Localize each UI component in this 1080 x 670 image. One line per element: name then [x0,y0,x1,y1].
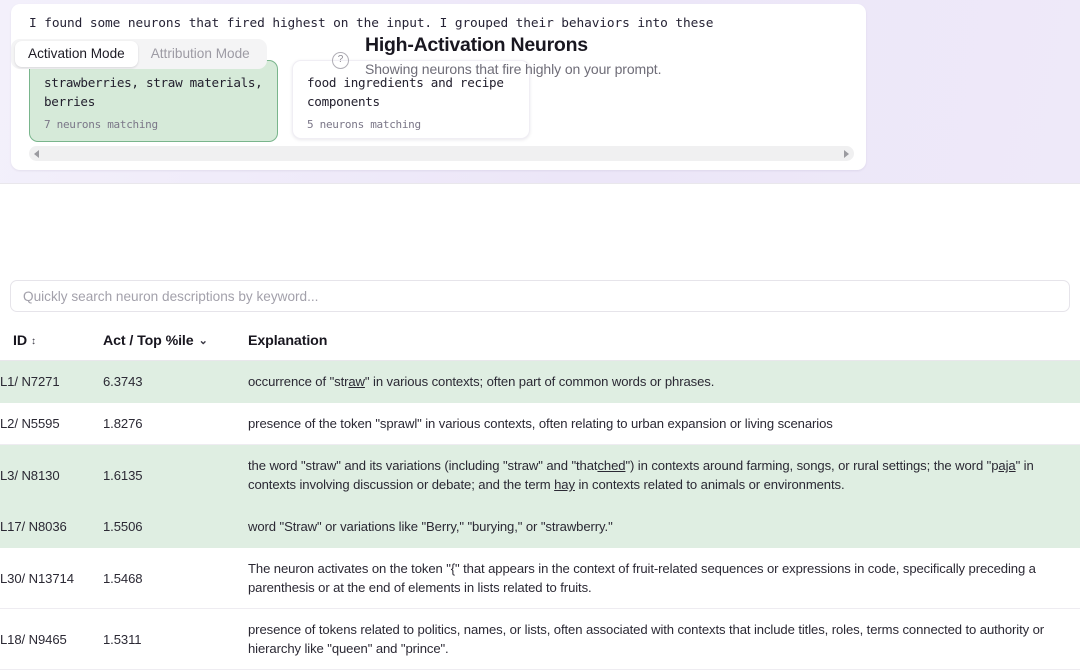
tab-attribution-mode[interactable]: Attribution Mode [138,41,263,67]
cell-neuron-id: L2/ N5595 [0,402,103,445]
sort-updown-icon[interactable]: ↕ [31,337,36,347]
cell-neuron-id: L17/ N8036 [0,505,103,548]
cell-neuron-id: L18/ N9465 [0,608,103,670]
mode-toggle-group[interactable]: Activation Mode Attribution Mode [11,39,267,69]
table-row[interactable]: L17/ N8036 1.5506 word "Straw" or variatio… [0,505,1080,548]
cell-neuron-id: L3/ N8130 [0,444,103,506]
cell-explanation: occurrence of "straw" in various context… [248,360,1080,403]
cell-explanation: The neuron activates on the token "{" th… [248,547,1080,609]
cell-activation-value: 1.5506 [103,505,248,548]
search-input[interactable] [10,280,1070,312]
panel-divider [0,183,1080,184]
column-header-act[interactable]: Act / Top %ile ⌄ [103,322,248,361]
page-title: High-Activation Neurons [365,34,588,56]
table-row[interactable]: L2/ N5595 1.8276 presence of the token "sp… [0,402,1080,445]
cell-explanation: presence of the token "sprawl" in variou… [248,402,1080,445]
cell-activation-value: 6.3743 [103,360,248,403]
column-header-id-label: ID [13,333,27,349]
cell-activation-value: 1.8276 [103,402,248,445]
chevron-down-icon[interactable]: ⌄ [199,334,208,347]
column-header-explanation-label: Explanation [248,333,328,349]
table-row[interactable]: L30/ N13714 1.5468 The neuron activates on… [0,547,1080,609]
table-row[interactable]: L18/ N9465 1.5311 presence of tokens relat… [0,608,1080,670]
assistant-message-region: I found some neurons that fired highest … [0,0,1080,183]
column-header-id[interactable]: ID ↕ [0,322,103,361]
chevron-left-icon[interactable] [34,149,39,158]
column-header-explanation[interactable]: Explanation [248,322,1080,361]
neuron-table-container: ID ↕ Act / Top %ile ⌄ Explanation L1/ N727… [0,322,1080,670]
section-heading: High-Activation Neurons Showing neurons … [365,34,661,77]
assistant-message-card: I found some neurons that fired highest … [11,4,866,170]
page-subtitle: Showing neurons that fire highly on your… [365,61,662,77]
search-container [10,280,1070,312]
cell-activation-value: 1.6135 [103,444,248,506]
cell-explanation: word "Straw" or variations like "Berry,"… [248,505,1080,548]
cluster-title: strawberries, straw materials, berries [44,75,263,109]
chevron-right-icon[interactable] [844,149,849,158]
cell-explanation: presence of tokens related to politics, … [248,608,1080,670]
table-header-row: ID ↕ Act / Top %ile ⌄ Explanation [0,322,1080,361]
cluster-title: food ingredients and recipe components [307,75,504,109]
cluster-neuron-count: 5 neurons matching [307,118,421,131]
table-header: ID ↕ Act / Top %ile ⌄ Explanation [0,322,1080,361]
tab-activation-mode[interactable]: Activation Mode [15,41,138,67]
cell-explanation: the word "straw" and its variations (inc… [248,444,1080,506]
table-row[interactable]: L1/ N7271 6.3743 occurrence of "straw" in … [0,360,1080,403]
cell-activation-value: 1.5311 [103,608,248,670]
cell-neuron-id: L30/ N13714 [0,547,103,609]
table-body: L1/ N7271 6.3743 occurrence of "straw" in … [0,360,1080,670]
cluster-card-selected[interactable]: strawberries, straw materials, berries 7… [29,60,278,142]
help-icon[interactable]: ? [332,52,349,69]
neuron-table: ID ↕ Act / Top %ile ⌄ Explanation L1/ N727… [0,322,1080,670]
cell-activation-value: 1.5468 [103,547,248,609]
column-header-act-label: Act / Top %ile [103,333,194,349]
cluster-horizontal-scrollbar[interactable] [29,146,854,161]
table-row[interactable]: L3/ N8130 1.6135 the word "straw" and its … [0,444,1080,506]
cluster-neuron-count: 7 neurons matching [44,118,158,131]
cell-neuron-id: L1/ N7271 [0,360,103,403]
